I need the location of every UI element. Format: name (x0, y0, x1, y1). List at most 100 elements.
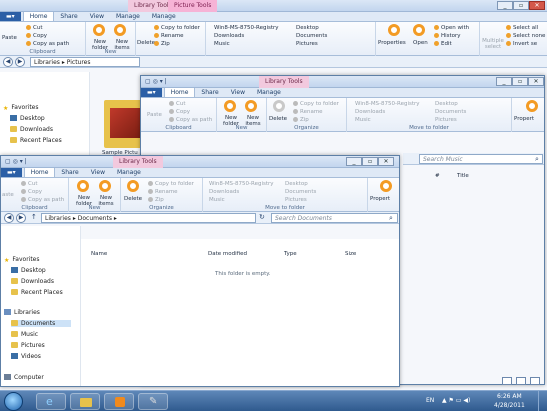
back-open-button[interactable]: Open (413, 40, 428, 46)
back-close-button[interactable]: ✕ (529, 1, 545, 10)
music-place-desktop[interactable]: Desktop (435, 101, 458, 107)
docs-properties-button[interactable]: Propert (370, 196, 390, 202)
taskbar-tool-button[interactable]: ✎ (138, 393, 168, 410)
music-copy-to-button[interactable]: Copy to folder (293, 101, 339, 107)
back-place-registry[interactable]: Win8-MS-8750-Registry (214, 25, 279, 31)
back-copy-to-button[interactable]: Copy to folder (154, 25, 200, 31)
docs-tab-manage[interactable]: Manage (111, 168, 147, 177)
back-properties-button[interactable]: Properties (378, 40, 406, 46)
view-large-icons-button[interactable] (516, 377, 526, 385)
music-close-button[interactable]: ✕ (528, 77, 544, 86)
taskbar-explorer-button[interactable] (70, 393, 100, 410)
music-copy-button[interactable]: Copy (169, 109, 190, 115)
music-column-title[interactable]: Title (457, 173, 469, 179)
docs-place-desktop[interactable]: Desktop (285, 181, 308, 187)
back-tab-home[interactable]: Home (22, 11, 55, 21)
docs-place-downloads[interactable]: Downloads (209, 189, 239, 195)
music-zip-button[interactable]: Zip (293, 117, 309, 123)
docs-place-registry[interactable]: Win8-MS-8750-Registry (209, 181, 274, 187)
docs-back-button[interactable]: ◀ (4, 213, 14, 223)
column-header-name[interactable]: Name (91, 251, 107, 257)
docs-place-music[interactable]: Music (209, 197, 225, 203)
docs-cut-button[interactable]: Cut (21, 181, 37, 187)
docs-tab-view[interactable]: View (85, 168, 111, 177)
back-tab-manage-pic[interactable]: Manage (146, 12, 182, 21)
back-cut-button[interactable]: Cut (26, 25, 42, 31)
back-place-downloads[interactable]: Downloads (214, 33, 244, 39)
back-tab-share[interactable]: Share (54, 12, 83, 21)
music-column-number[interactable]: # (435, 173, 440, 179)
view-tiles-button[interactable] (530, 377, 540, 385)
back-select-all-button[interactable]: Select all (506, 25, 538, 31)
docs-copy-button[interactable]: Copy (21, 189, 42, 195)
music-place-downloads[interactable]: Downloads (355, 109, 385, 115)
back-place-pictures[interactable]: Pictures (296, 41, 318, 47)
back-multiple-select-button[interactable]: Multiple select (482, 38, 504, 50)
docs-zip-button[interactable]: Zip (148, 197, 164, 203)
taskbar-ie-button[interactable]: e (36, 393, 66, 410)
back-copy-path-button[interactable]: Copy as path (26, 41, 69, 47)
back-tab-manage-lib[interactable]: Manage (110, 12, 146, 21)
back-zip-button[interactable]: Zip (154, 41, 170, 47)
music-place-documents[interactable]: Documents (435, 109, 466, 115)
docs-lib-videos[interactable]: Videos (11, 353, 41, 360)
back-paste-button[interactable]: Paste (2, 35, 17, 41)
docs-search-input[interactable]: Search Documents (271, 213, 398, 223)
docs-computer-node[interactable]: Computer (4, 374, 44, 381)
music-paste-button[interactable]: Paste (147, 112, 162, 118)
music-tab-view[interactable]: View (225, 88, 251, 97)
music-delete-button[interactable]: Delete (269, 116, 287, 122)
docs-lib-music[interactable]: Music (11, 331, 38, 338)
music-place-pictures[interactable]: Pictures (435, 117, 457, 123)
music-tab-share[interactable]: Share (195, 88, 224, 97)
back-place-documents[interactable]: Documents (296, 33, 327, 39)
music-quick-access[interactable]: ▢ ◎ ▾ | (145, 78, 167, 85)
docs-minimize-button[interactable]: _ (346, 157, 362, 166)
docs-delete-button[interactable]: Delete (124, 196, 142, 202)
clock-time[interactable]: 6:26 AM (497, 393, 522, 400)
docs-fav-downloads[interactable]: Downloads (11, 278, 54, 285)
docs-paste-button[interactable]: aste (2, 192, 14, 198)
back-address-input[interactable]: Libraries ▸ Pictures (30, 57, 140, 67)
docs-lib-pictures[interactable]: Pictures (11, 342, 45, 349)
docs-place-documents[interactable]: Documents (285, 189, 316, 195)
column-header-date-modified[interactable]: Date modified (208, 251, 247, 257)
back-maximize-button[interactable]: ▫ (513, 1, 529, 10)
tray-icons[interactable]: ▲ ⚑ ▭ ◀) (442, 397, 470, 404)
back-edit-button[interactable]: Edit (434, 41, 452, 47)
docs-lib-documents[interactable]: Documents (11, 320, 71, 327)
start-button[interactable] (4, 392, 23, 411)
docs-forward-button[interactable]: ▶ (16, 213, 26, 223)
music-properties-button[interactable]: Propert (514, 116, 534, 122)
music-file-tab[interactable]: ▬▾ (141, 88, 162, 97)
back-fav-recent[interactable]: Recent Places (10, 137, 62, 144)
back-delete-button[interactable]: Delete (137, 40, 155, 46)
back-fav-downloads[interactable]: Downloads (10, 126, 53, 133)
back-place-music[interactable]: Music (214, 41, 230, 47)
docs-close-button[interactable]: ✕ (378, 157, 394, 166)
column-header-type[interactable]: Type (284, 251, 297, 257)
back-favorites-node[interactable]: ★ Favorites (3, 104, 39, 112)
docs-copy-path-button[interactable]: Copy as path (21, 197, 64, 203)
back-tab-view[interactable]: View (84, 12, 110, 21)
docs-fav-desktop[interactable]: Desktop (11, 267, 46, 274)
back-place-desktop[interactable]: Desktop (296, 25, 319, 31)
back-history-button[interactable]: History (434, 33, 461, 39)
back-select-none-button[interactable]: Select none (506, 33, 545, 39)
docs-file-tab[interactable]: ▬▾ (1, 168, 22, 177)
music-place-music[interactable]: Music (355, 117, 371, 123)
docs-rename-button[interactable]: Rename (148, 189, 178, 195)
docs-up-button[interactable]: ↑ (31, 213, 37, 221)
back-back-button[interactable]: ◀ (3, 57, 13, 67)
column-header-size[interactable]: Size (345, 251, 356, 257)
music-maximize-button[interactable]: ▫ (512, 77, 528, 86)
docs-fav-recent[interactable]: Recent Places (11, 289, 63, 296)
music-tab-manage[interactable]: Manage (251, 88, 287, 97)
show-desktop-button[interactable] (538, 391, 547, 411)
back-fav-desktop[interactable]: Desktop (10, 115, 45, 122)
back-open-with-button[interactable]: Open with (434, 25, 469, 31)
docs-favorites-node[interactable]: ★ Favorites (4, 256, 40, 264)
language-indicator[interactable]: EN (426, 397, 434, 404)
docs-place-pictures[interactable]: Pictures (285, 197, 307, 203)
music-cut-button[interactable]: Cut (169, 101, 185, 107)
